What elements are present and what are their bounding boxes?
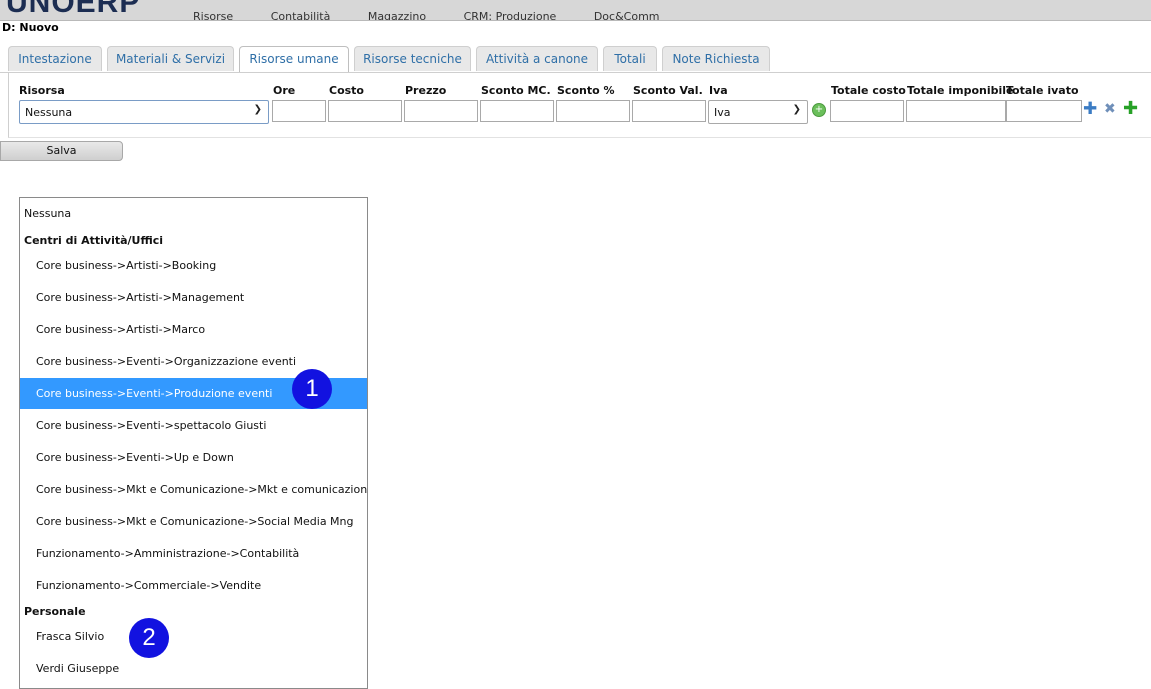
- option-nessuna[interactable]: Nessuna: [20, 204, 367, 224]
- label-costo: Costo: [329, 84, 364, 97]
- add-row-plus-icon[interactable]: ✚: [1123, 98, 1138, 119]
- label-totale-costo: Totale costo: [831, 84, 906, 97]
- risorsa-dropdown-list: Nessuna Centri di Attività/Uffici Core b…: [19, 197, 368, 689]
- costo-input[interactable]: [328, 100, 402, 122]
- group-personale: Personale: [24, 605, 86, 618]
- iva-select-value: Iva: [714, 106, 731, 119]
- label-sconto-mc: Sconto MC.: [481, 84, 551, 97]
- list-item[interactable]: Core business->Artisti->Management: [20, 282, 367, 313]
- list-item[interactable]: Verdi Giuseppe: [20, 653, 367, 684]
- list-item[interactable]: Core business->Eventi->Up e Down: [20, 442, 367, 473]
- label-risorsa: Risorsa: [19, 84, 65, 97]
- sconto-pct-input[interactable]: [556, 100, 630, 122]
- plus-icon[interactable]: ✚: [1083, 99, 1097, 119]
- list-item[interactable]: Funzionamento->Amministrazione->Contabil…: [20, 538, 367, 569]
- sconto-val-input[interactable]: [632, 100, 706, 122]
- list-item[interactable]: Core business->Mkt e Comunicazione->Soci…: [20, 506, 367, 537]
- list-item[interactable]: Core business->Artisti->Booking: [20, 250, 367, 281]
- nav-item-doc-comm[interactable]: Doc&Comm: [594, 10, 660, 20]
- totale-costo-input[interactable]: [830, 100, 904, 122]
- marker-2: 2: [129, 618, 169, 658]
- app-logo: UNOERP: [6, 0, 141, 19]
- tab-intestazione[interactable]: Intestazione: [8, 46, 102, 71]
- iva-select[interactable]: Iva ❯: [708, 100, 808, 124]
- marker-1: 1: [292, 369, 332, 409]
- app-header: UNOERP Risorse Contabilità Magazzino CRM…: [0, 0, 1151, 21]
- risorsa-select[interactable]: Nessuna ❯: [19, 100, 269, 124]
- save-button[interactable]: Salva: [0, 141, 123, 161]
- nav-item-contabilita[interactable]: Contabilità: [271, 10, 331, 20]
- label-prezzo: Prezzo: [405, 84, 447, 97]
- chevron-down-icon: ❯: [253, 104, 262, 115]
- list-item[interactable]: Frasca Silvio: [20, 621, 367, 652]
- label-ore: Ore: [273, 84, 296, 97]
- label-sconto-pct: Sconto %: [557, 84, 615, 97]
- label-totale-ivato: Totale ivato: [1006, 84, 1079, 97]
- label-iva: Iva: [709, 84, 728, 97]
- list-item[interactable]: Core business->Artisti->Marco: [20, 314, 367, 345]
- tab-totali[interactable]: Totali: [603, 46, 657, 71]
- nav-item-magazzino[interactable]: Magazzino: [368, 10, 426, 20]
- list-item[interactable]: Funzionamento->Commerciale->Vendite: [20, 570, 367, 601]
- tab-materiali-servizi[interactable]: Materiali & Servizi: [107, 46, 234, 71]
- risorsa-select-value: Nessuna: [25, 106, 73, 119]
- totale-imponibile-input[interactable]: [906, 100, 1006, 122]
- label-totale-imponibile: Totale imponibile: [907, 84, 1014, 97]
- group-centri-attivita: Centri di Attività/Uffici: [24, 234, 164, 247]
- label-sconto-val: Sconto Val.: [633, 84, 703, 97]
- nav-item-crm-produzione[interactable]: CRM: Produzione: [464, 10, 557, 20]
- top-nav: Risorse Contabilità Magazzino CRM: Produ…: [193, 10, 694, 20]
- tab-note-richiesta[interactable]: Note Richiesta: [662, 46, 770, 71]
- list-item[interactable]: Core business->Mkt e Comunicazione->Mkt …: [20, 474, 367, 505]
- add-iva-icon[interactable]: +: [812, 103, 826, 117]
- ore-input[interactable]: [272, 100, 326, 122]
- x-icon[interactable]: ✖: [1104, 101, 1116, 117]
- chevron-down-icon: ❯: [792, 104, 801, 115]
- list-item[interactable]: Core business->Eventi->spettacolo Giusti: [20, 410, 367, 441]
- tab-attivita-canone[interactable]: Attività a canone: [476, 46, 598, 71]
- prezzo-input[interactable]: [404, 100, 478, 122]
- tab-risorse-tecniche[interactable]: Risorse tecniche: [354, 46, 471, 71]
- tab-risorse-umane[interactable]: Risorse umane: [239, 46, 349, 73]
- document-id: D: Nuovo: [2, 21, 59, 34]
- sconto-mc-input[interactable]: [480, 100, 554, 122]
- totale-ivato-input[interactable]: [1006, 100, 1082, 122]
- nav-item-risorse[interactable]: Risorse: [193, 10, 233, 20]
